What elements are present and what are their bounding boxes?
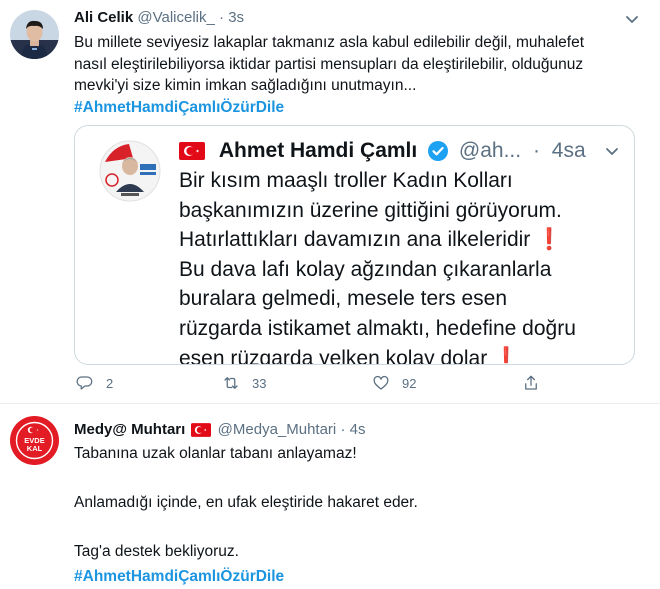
author-name[interactable]: Ali Celik: [74, 9, 133, 26]
retweet-count: 33: [252, 376, 266, 391]
quote-text: Bir kısım maaşlı troller Kadın Kolları b…: [179, 166, 576, 365]
quote-line-text: esen rüzgarda yelken kolay dolar: [179, 347, 487, 365]
reply-button[interactable]: 2: [76, 370, 113, 396]
tweet-text: Tabanına uzak olanlar tabanı anlayamaz! …: [74, 442, 418, 589]
text-line: Anlamadığı içinde, en ufak eleştiride ha…: [74, 491, 418, 516]
tweet-header: Medy@ Muhtarı @Medya_Muhtari · 4s: [74, 420, 365, 440]
timestamp[interactable]: 4s: [350, 421, 366, 438]
quote-line-text: Hatırlattıkları davamızın ana ilkeleridi…: [179, 228, 530, 251]
quote-author-handle: @ah...: [459, 139, 521, 162]
quote-author-name: Ahmet Hamdi Çamlı: [219, 139, 417, 162]
text-line: [74, 516, 418, 541]
text-line: Tabanına uzak olanlar tabanı anlayamaz!: [74, 442, 418, 467]
text-line: [74, 467, 418, 492]
quote-line: buralara gelmedi, mesele ters esen: [179, 284, 576, 314]
quote-line: Bu dava lafı kolay ağzından çıkaranlarla: [179, 255, 576, 285]
reply-count: 2: [106, 376, 113, 391]
turkey-flag-icon: [191, 423, 211, 437]
retweet-icon: [222, 374, 240, 392]
quote-avatar: [99, 140, 161, 202]
quote-line: rüzgarda istikamet almaktı, hedefine doğ…: [179, 314, 576, 344]
hashtag-link[interactable]: #AhmetHamdiÇamlıÖzürDile: [74, 565, 418, 589]
avatar[interactable]: EVDE KAL: [10, 416, 59, 465]
retweet-button[interactable]: 33: [222, 370, 266, 396]
exclamation-emoji: ❗: [536, 228, 562, 251]
author-handle[interactable]: @Valicelik_: [137, 9, 214, 26]
avatar-text: KAL: [27, 444, 43, 453]
text-line: Tag'a destek bekliyoruz.: [74, 540, 418, 565]
author-handle[interactable]: @Medya_Muhtari: [218, 421, 337, 438]
like-icon: [372, 374, 390, 392]
quote-line: Bir kısım maaşlı troller Kadın Kolları: [179, 166, 576, 196]
quoted-image[interactable]: Ahmet Hamdi Çamlı @ah... · 4sa Bir kısım…: [74, 125, 635, 365]
text-line: Bu millete seviyesiz lakaplar takmanız a…: [74, 32, 584, 54]
text-line: nasıl eleştirilebiliyorsa iktidar partis…: [74, 54, 584, 76]
chevron-down-icon: [601, 140, 623, 162]
hashtag-link[interactable]: #AhmetHamdiÇamlıÖzürDile: [74, 97, 584, 119]
tweet[interactable]: EVDE KAL Medy@ Muhtarı @Medya_Muhtari · …: [0, 404, 660, 572]
separator: ·: [219, 9, 224, 26]
share-button[interactable]: [522, 370, 540, 396]
separator: ·: [340, 421, 345, 438]
share-icon: [522, 374, 540, 392]
quote-header: Ahmet Hamdi Çamlı @ah... · 4sa: [179, 138, 623, 164]
like-count: 92: [402, 376, 416, 391]
text-line: mevki'yi size kimin imkan sağladığını un…: [74, 75, 584, 97]
turkey-flag-icon: [179, 142, 205, 160]
quote-line: esen rüzgarda yelken kolay dolar ❗: [179, 344, 576, 365]
avatar[interactable]: [10, 10, 59, 59]
chevron-down-icon[interactable]: [622, 9, 642, 29]
tweet-header: Ali Celik @Valicelik_ · 3s: [74, 8, 244, 28]
like-button[interactable]: 92: [372, 370, 416, 396]
tweet[interactable]: Ali Celik @Valicelik_ · 3s Bu millete se…: [0, 0, 660, 404]
quote-timestamp: 4sa: [552, 139, 586, 162]
timestamp[interactable]: 3s: [228, 9, 244, 26]
exclamation-emoji: ❗: [493, 347, 519, 365]
quote-line: başkanımızın üzerine gittiğini görüyorum…: [179, 196, 576, 226]
tweet-actions: 2 33 92: [74, 370, 554, 396]
separator: ·: [533, 139, 540, 162]
verified-icon: [427, 140, 449, 162]
author-name[interactable]: Medy@ Muhtarı: [74, 421, 185, 438]
tweet-text: Bu millete seviyesiz lakaplar takmanız a…: [74, 32, 584, 118]
quote-line: Hatırlattıkları davamızın ana ilkeleridi…: [179, 225, 576, 255]
reply-icon: [76, 374, 94, 392]
